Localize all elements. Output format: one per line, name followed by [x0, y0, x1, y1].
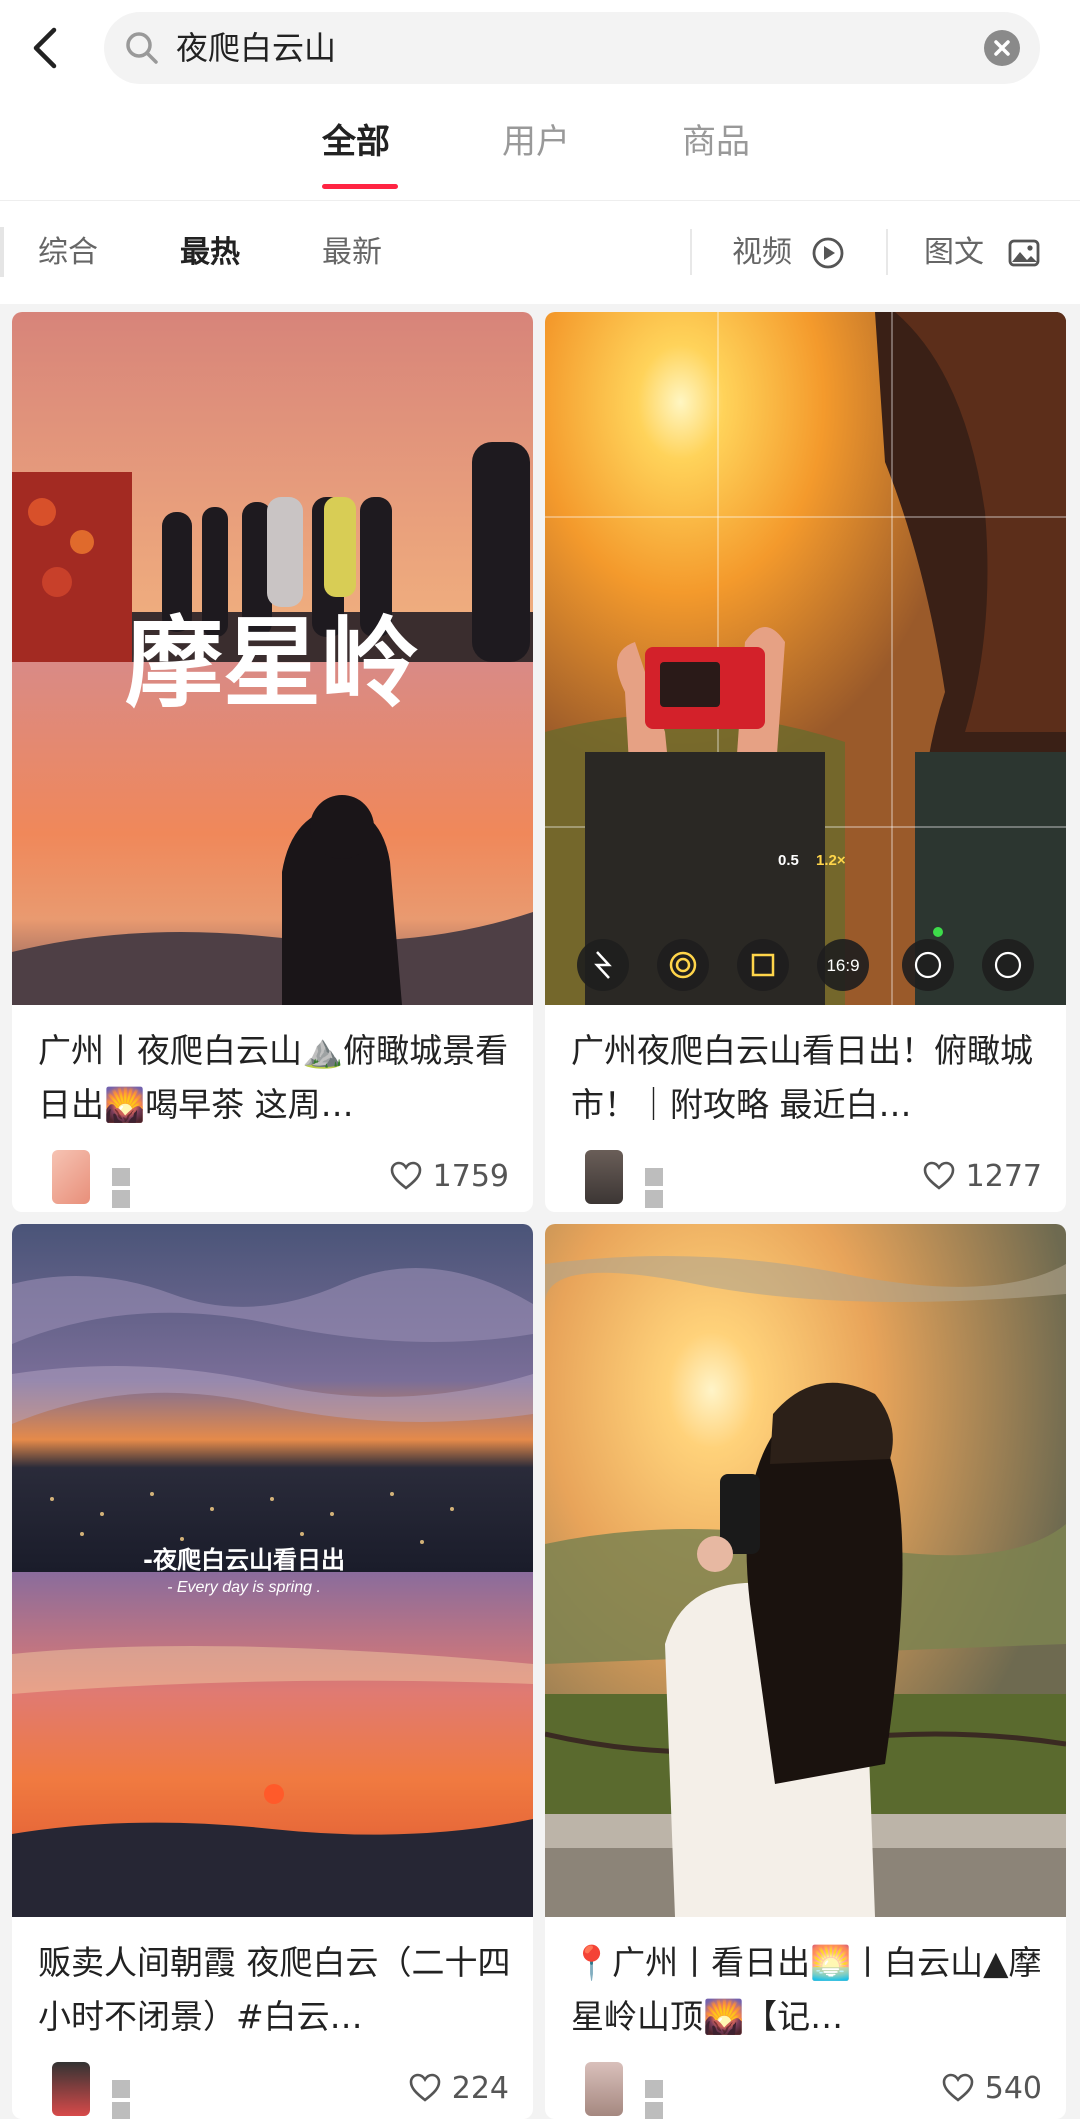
back-icon[interactable]: [22, 20, 72, 76]
city-sunrise-image: -夜爬白云山看日出 - Every day is spring .: [12, 1224, 533, 1917]
avatar[interactable]: [585, 1150, 623, 1204]
heart-icon: [409, 2073, 441, 2102]
top-bar: 夜爬白云山 全部 用户 商品: [0, 0, 1080, 200]
filter-bar: 综合 最热 最新 视频 图文: [0, 200, 1080, 304]
search-icon: [126, 32, 158, 64]
like-button[interactable]: 1277: [922, 1154, 1042, 1198]
like-count: 1759: [432, 1158, 509, 1194]
search-input[interactable]: 夜爬白云山: [176, 26, 336, 70]
post-card[interactable]: -夜爬白云山看日出 - Every day is spring . 贩卖人间朝霞…: [12, 1224, 533, 2119]
author-name[interactable]: [645, 2080, 755, 2119]
like-count: 540: [984, 2070, 1042, 2106]
sort-newest[interactable]: 最新: [322, 231, 382, 275]
post-title[interactable]: 📍广州丨看日出🌅丨白云山▲摩星岭山顶🌄【记…: [571, 1936, 1051, 2044]
tab-products[interactable]: 商品: [682, 120, 750, 164]
post-cover-image[interactable]: 摩星岭: [12, 312, 533, 1005]
filter-image-text[interactable]: 图文: [924, 231, 984, 275]
like-count: 224: [451, 2070, 509, 2106]
image-icon[interactable]: [1006, 235, 1042, 271]
author-name[interactable]: [645, 1168, 755, 1208]
tab-users[interactable]: 用户: [502, 120, 570, 164]
author-name[interactable]: [112, 2080, 222, 2119]
avatar[interactable]: [52, 2062, 90, 2116]
author-name[interactable]: [112, 1168, 222, 1208]
post-card[interactable]: 0.5 1.2× 16:9 广州夜爬白云山看日出！俯瞰城市！｜附攻略 最近白… …: [545, 312, 1066, 1212]
post-cover-image[interactable]: [545, 1224, 1066, 1917]
post-card[interactable]: 📍广州丨看日出🌅丨白云山▲摩星岭山顶🌄【记… 540: [545, 1224, 1066, 2119]
avatar[interactable]: [52, 1150, 90, 1204]
cover-caption-en: - Every day is spring .: [167, 1579, 321, 1596]
divider: [0, 227, 4, 277]
filter-video[interactable]: 视频: [732, 231, 792, 275]
search-bar[interactable]: 夜爬白云山: [104, 12, 1040, 84]
like-button[interactable]: 540: [941, 2066, 1042, 2110]
play-circle-icon[interactable]: [810, 235, 846, 271]
search-tabs: 全部 用户 商品: [0, 110, 1080, 190]
cover-caption: -夜爬白云山看日出: [143, 1546, 345, 1574]
zoom-option: 1.2×: [816, 852, 846, 869]
sort-comprehensive[interactable]: 综合: [38, 231, 98, 275]
sort-hottest[interactable]: 最热: [180, 231, 240, 275]
post-title[interactable]: 广州夜爬白云山看日出！俯瞰城市！｜附攻略 最近白…: [571, 1024, 1051, 1132]
cover-overlay-text: 摩星岭: [125, 606, 419, 721]
camera-sunrise-image: 0.5 1.2× 16:9: [545, 312, 1066, 1005]
divider: [886, 229, 888, 275]
divider: [690, 229, 692, 275]
sunrise-crowd-image: 摩星岭: [12, 312, 533, 1005]
like-button[interactable]: 224: [408, 2066, 509, 2110]
girl-sunrise-image: [545, 1224, 1066, 1917]
post-title[interactable]: 贩卖人间朝霞 夜爬白云（二十四小时不闭景）#白云…: [38, 1936, 518, 2044]
post-card[interactable]: 摩星岭 广州丨夜爬白云山⛰️俯瞰城景看日出🌄喝早茶 这周… 1759: [12, 312, 533, 1212]
avatar[interactable]: [585, 2062, 623, 2116]
aspect-ratio-label: 16:9: [826, 956, 859, 975]
zoom-option: 0.5: [778, 852, 799, 869]
heart-icon: [923, 1161, 954, 1190]
like-count: 1277: [965, 1158, 1042, 1194]
post-title[interactable]: 广州丨夜爬白云山⛰️俯瞰城景看日出🌄喝早茶 这周…: [38, 1024, 518, 1132]
tab-all[interactable]: 全部: [322, 120, 390, 164]
post-cover-image[interactable]: -夜爬白云山看日出 - Every day is spring .: [12, 1224, 533, 1917]
post-cover-image[interactable]: 0.5 1.2× 16:9: [545, 312, 1066, 1005]
like-button[interactable]: 1759: [389, 1154, 509, 1198]
active-tab-indicator: [322, 184, 398, 189]
heart-icon: [942, 2073, 974, 2102]
clear-search-icon[interactable]: [984, 30, 1020, 66]
heart-icon: [390, 1161, 421, 1190]
